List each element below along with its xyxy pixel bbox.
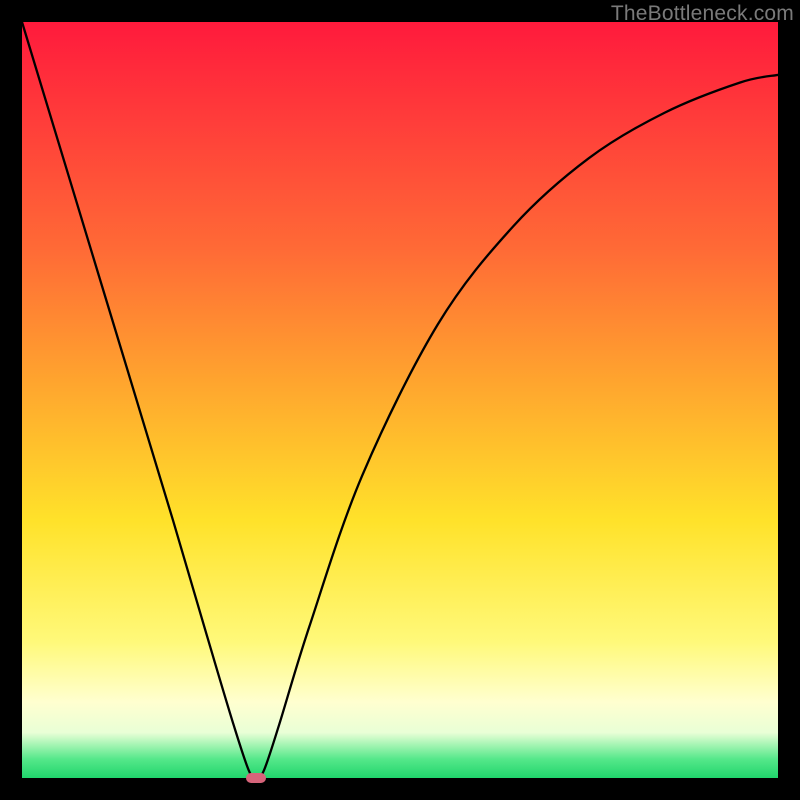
chart-plot-area — [22, 22, 778, 778]
chart-line-series — [22, 22, 778, 778]
trough-marker — [246, 773, 266, 783]
bottleneck-curve-path — [22, 22, 778, 778]
